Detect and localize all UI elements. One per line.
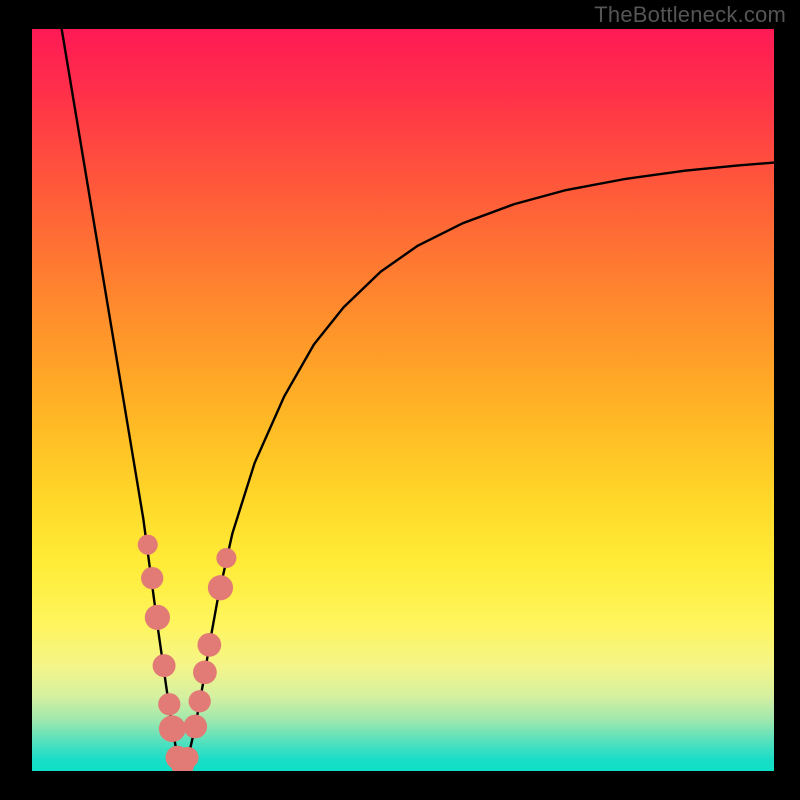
bead-marker [138,535,158,555]
bead-marker [193,660,217,684]
outer-frame: TheBottleneck.com [0,0,800,800]
bead-marker [208,575,233,600]
bead-marker [197,633,221,657]
bead-marker [153,654,176,677]
bead-marker [141,567,163,589]
bead-marker [158,693,180,715]
plot-area [32,29,774,771]
bead-marker [216,548,236,568]
beads-svg [32,29,774,771]
bead-marker [189,690,211,712]
bead-marker [177,747,199,769]
bead-marker [183,715,207,739]
bead-marker [159,715,186,742]
watermark-text: TheBottleneck.com [594,2,786,28]
bead-marker [145,605,170,630]
